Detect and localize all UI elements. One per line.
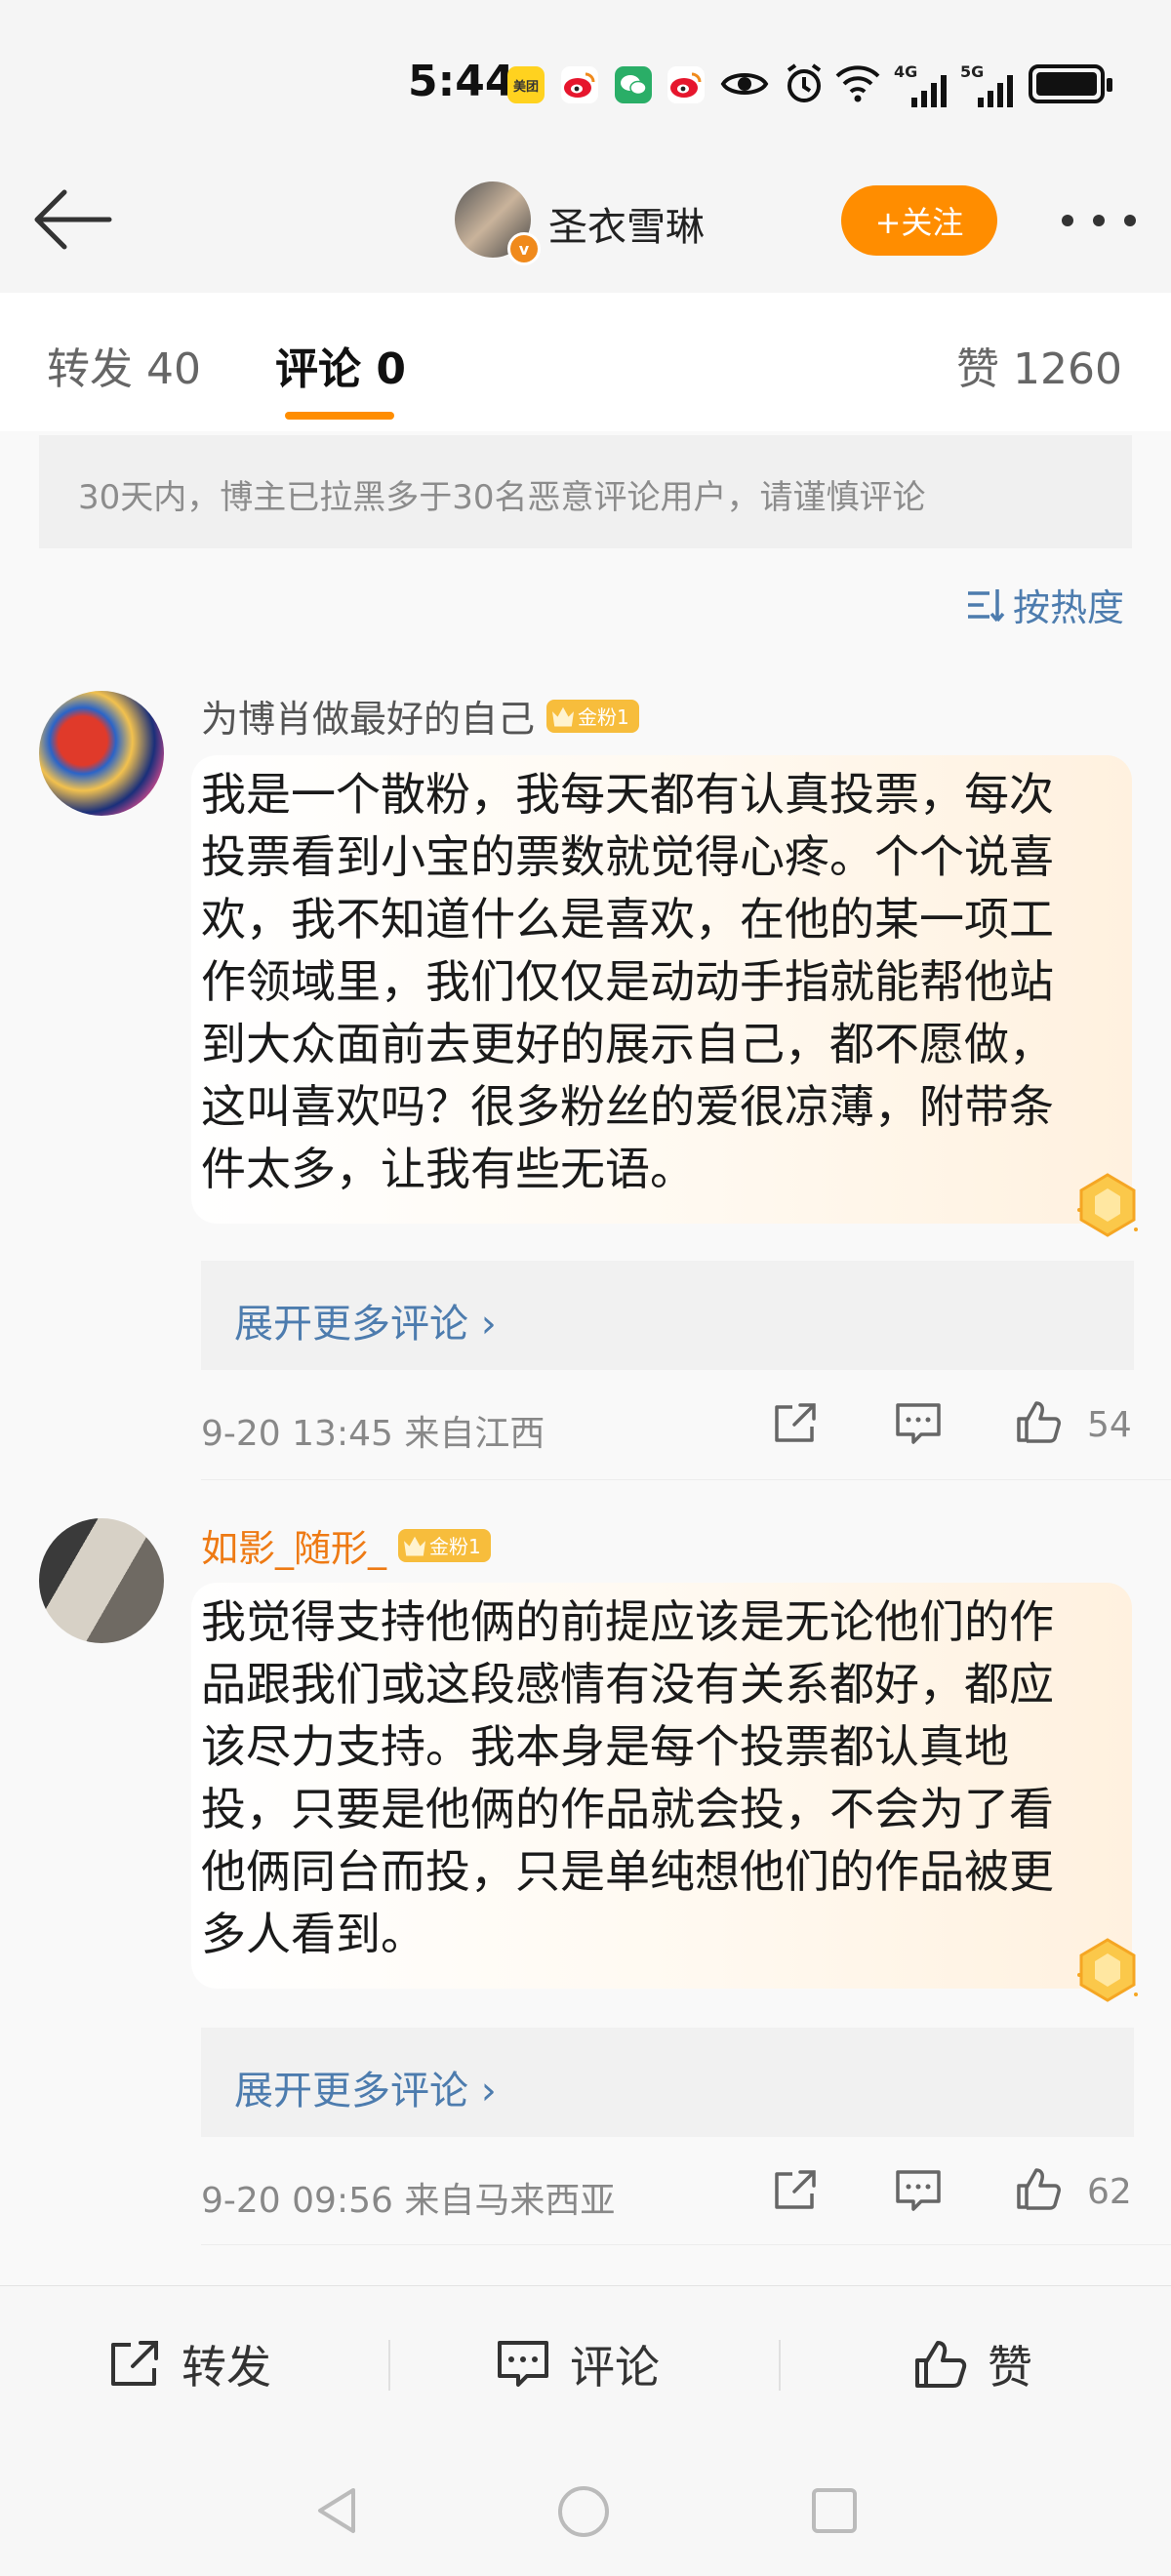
alarm-icon xyxy=(787,63,822,102)
sort-icon xyxy=(968,588,1005,622)
commenter-name[interactable]: 为博肖做最好的自己 xyxy=(201,689,535,743)
nav-back-icon[interactable] xyxy=(310,2484,363,2537)
repost-button[interactable]: 转发 xyxy=(107,2332,271,2396)
comment-divider xyxy=(201,2244,1171,2245)
author-name[interactable]: 圣衣雪琳 xyxy=(548,195,705,252)
like-icon[interactable] xyxy=(1015,1399,1064,1444)
wechat-icon xyxy=(615,66,652,103)
battery-icon xyxy=(1029,64,1112,103)
bottom-bar-separator xyxy=(388,2340,390,2391)
comment-meta: 9-20 13:45 来自江西 xyxy=(201,1414,545,1454)
back-arrow-icon[interactable] xyxy=(29,185,117,254)
meituan-icon: 美团 xyxy=(507,66,545,103)
like-icon[interactable] xyxy=(1015,2166,1064,2211)
more-options-icon[interactable] xyxy=(1062,211,1136,230)
comment-text[interactable]: 我是一个散粉，我每天都有认真投票，每次投票看到小宝的票数就觉得心疼。个个说喜欢，… xyxy=(201,763,1089,1200)
nav-home-icon[interactable] xyxy=(556,2484,611,2539)
crown-icon xyxy=(404,1536,426,1556)
share-icon[interactable] xyxy=(771,1401,820,1446)
comment-header: 如影_随形_ 金粉1 xyxy=(201,1518,491,1572)
fan-level-badge: 金粉1 xyxy=(398,1528,491,1562)
commenter-avatar[interactable] xyxy=(39,1518,164,1643)
share-icon xyxy=(111,2341,158,2386)
reply-icon[interactable] xyxy=(894,2168,943,2213)
sort-toggle[interactable]: 按热度 xyxy=(966,578,1124,631)
nav-recents-icon[interactable] xyxy=(810,2486,859,2535)
expand-replies-link[interactable]: 展开更多评论 › xyxy=(234,2059,497,2115)
like-count: 54 xyxy=(1087,1405,1132,1445)
bottom-bar-separator xyxy=(779,2340,781,2391)
comment-text[interactable]: 我觉得支持他俩的前提应该是无论他们的作品跟我们或这段感情有没有关系都好，都应该尽… xyxy=(201,1590,1089,1965)
comment-meta: 9-20 09:56 来自马来西亚 xyxy=(201,2181,616,2221)
gold-badge-decoration-icon xyxy=(1077,1938,1138,2002)
crown-icon xyxy=(552,706,575,727)
weibo-icon xyxy=(667,66,705,103)
signal-4g-icon: 4G xyxy=(894,62,952,107)
reply-icon[interactable] xyxy=(894,1401,943,1446)
commenter-name[interactable]: 如影_随形_ xyxy=(201,1518,386,1572)
fan-level-badge: 金粉1 xyxy=(546,699,639,733)
gold-badge-decoration-icon xyxy=(1077,1173,1138,1237)
comment-button[interactable]: 评论 xyxy=(496,2332,660,2396)
tab-comment[interactable]: 评论 0 xyxy=(275,334,406,396)
comment-divider xyxy=(201,1479,1171,1480)
commenter-avatar[interactable] xyxy=(39,691,164,816)
status-time: 5:44 xyxy=(408,57,515,106)
weibo-icon xyxy=(561,66,598,103)
signal-5g-icon: 5G xyxy=(960,62,1019,107)
comment-header: 为博肖做最好的自己 金粉1 xyxy=(201,689,639,743)
tab-repost[interactable]: 转发 40 xyxy=(47,334,201,396)
eye-icon xyxy=(720,73,769,95)
like-button[interactable]: 赞 xyxy=(913,2332,1032,2396)
tab-like[interactable]: 赞 1260 xyxy=(956,334,1122,396)
like-icon xyxy=(915,2341,967,2388)
like-count: 62 xyxy=(1087,2172,1132,2212)
sort-label: 按热度 xyxy=(1013,586,1125,629)
wifi-icon xyxy=(835,65,880,102)
notice-text: 30天内，博主已拉黑多于30名恶意评论用户，请谨慎评论 xyxy=(78,478,926,517)
share-icon[interactable] xyxy=(771,2168,820,2213)
expand-replies-link[interactable]: 展开更多评论 › xyxy=(234,1292,497,1348)
tab-active-indicator xyxy=(285,412,394,420)
comment-icon xyxy=(498,2341,548,2387)
follow-button[interactable]: +关注 xyxy=(841,185,997,256)
verified-badge: v xyxy=(507,232,541,265)
